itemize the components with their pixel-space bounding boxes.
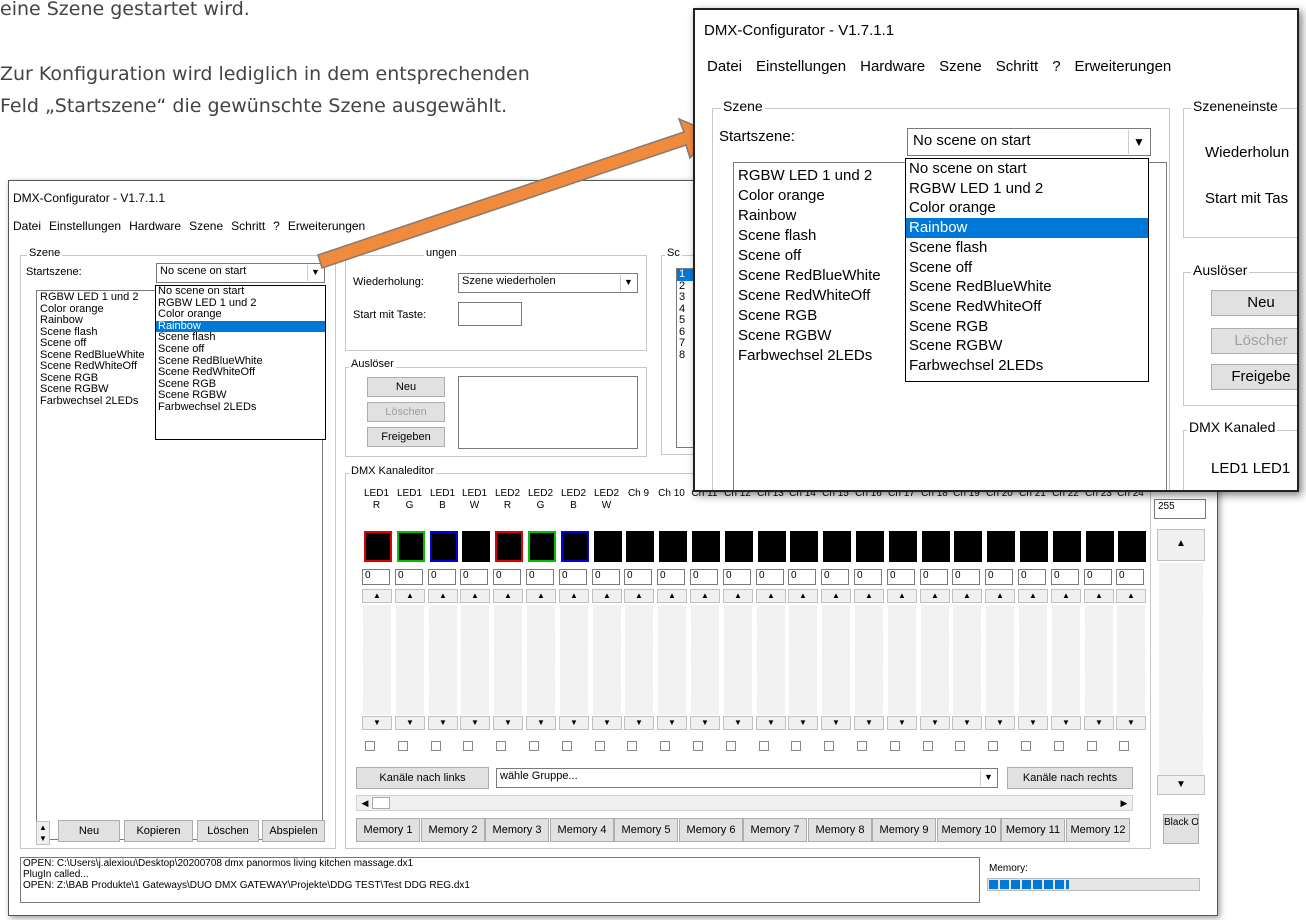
dropdown-option[interactable]: Farbwechsel 2LEDs bbox=[906, 356, 1148, 376]
dropdown-option[interactable]: Scene off bbox=[906, 258, 1148, 278]
zoom-menu-datei[interactable]: Datei bbox=[707, 58, 742, 75]
arrow-shape bbox=[317, 117, 714, 269]
dropdown-option[interactable]: Color orange bbox=[906, 198, 1148, 218]
zoom-repeat-label: Wiederholun bbox=[1205, 144, 1290, 161]
dropdown-option[interactable]: Scene RGBW bbox=[906, 336, 1148, 356]
zoom-start-scene-dropdown[interactable]: No scene on start RGBW LED 1 und 2 Color o… bbox=[905, 158, 1149, 382]
zoom-menu-erweiterungen[interactable]: Erweiterungen bbox=[1075, 58, 1172, 75]
zoom-trigger-release-button[interactable]: Freigebe bbox=[1211, 364, 1297, 390]
zoom-menu-bar: Datei Einstellungen Hardware Szene Schritt? E… bbox=[707, 58, 1179, 76]
zoom-start-scene-label: Startszene: bbox=[719, 128, 795, 145]
zoom-window-title: DMX-Configurator - V1.7.1.1 bbox=[704, 22, 895, 39]
chevron-down-icon[interactable]: ▼ bbox=[1128, 130, 1149, 154]
zoom-settings-label: Szeneneinste bbox=[1191, 98, 1280, 114]
zoom-settings-group bbox=[1183, 108, 1297, 238]
dropdown-option[interactable]: RGBW LED 1 und 2 bbox=[906, 179, 1148, 199]
zoom-menu-einstellungen[interactable]: Einstellungen bbox=[756, 58, 846, 75]
zoom-dmx-label: DMX Kanaled bbox=[1187, 419, 1278, 435]
zoom-start-key-label: Start mit Tas bbox=[1205, 190, 1289, 207]
zoom-trigger-delete-button[interactable]: Löscher bbox=[1211, 328, 1297, 354]
dropdown-option[interactable]: Scene RedBlueWhite bbox=[906, 277, 1148, 297]
dropdown-option[interactable]: Scene RGB bbox=[906, 317, 1148, 337]
dropdown-option[interactable]: Rainbow bbox=[906, 218, 1148, 238]
zoom-trigger-new-button[interactable]: Neu bbox=[1211, 290, 1297, 316]
zoom-menu-schritt[interactable]: Schritt bbox=[996, 58, 1039, 75]
zoom-menu-hardware[interactable]: Hardware bbox=[860, 58, 925, 75]
zoom-menu-help[interactable]: ? bbox=[1052, 58, 1060, 75]
zoom-menu-szene[interactable]: Szene bbox=[939, 58, 982, 75]
dropdown-option[interactable]: No scene on start bbox=[906, 159, 1148, 179]
dropdown-option[interactable]: Scene flash bbox=[906, 238, 1148, 258]
zoom-scene-group-label: Szene bbox=[721, 98, 765, 114]
dropdown-option[interactable]: Scene RedWhiteOff bbox=[906, 297, 1148, 317]
zoomed-window: DMX-Configurator - V1.7.1.1 Datei Einstel… bbox=[693, 8, 1299, 492]
zoom-trigger-label: Auslöser bbox=[1191, 262, 1250, 278]
zoom-dmx-channels-label: LED1 LED1 bbox=[1211, 460, 1291, 477]
zoom-start-scene-select[interactable]: No scene on start ▼ bbox=[907, 128, 1151, 156]
